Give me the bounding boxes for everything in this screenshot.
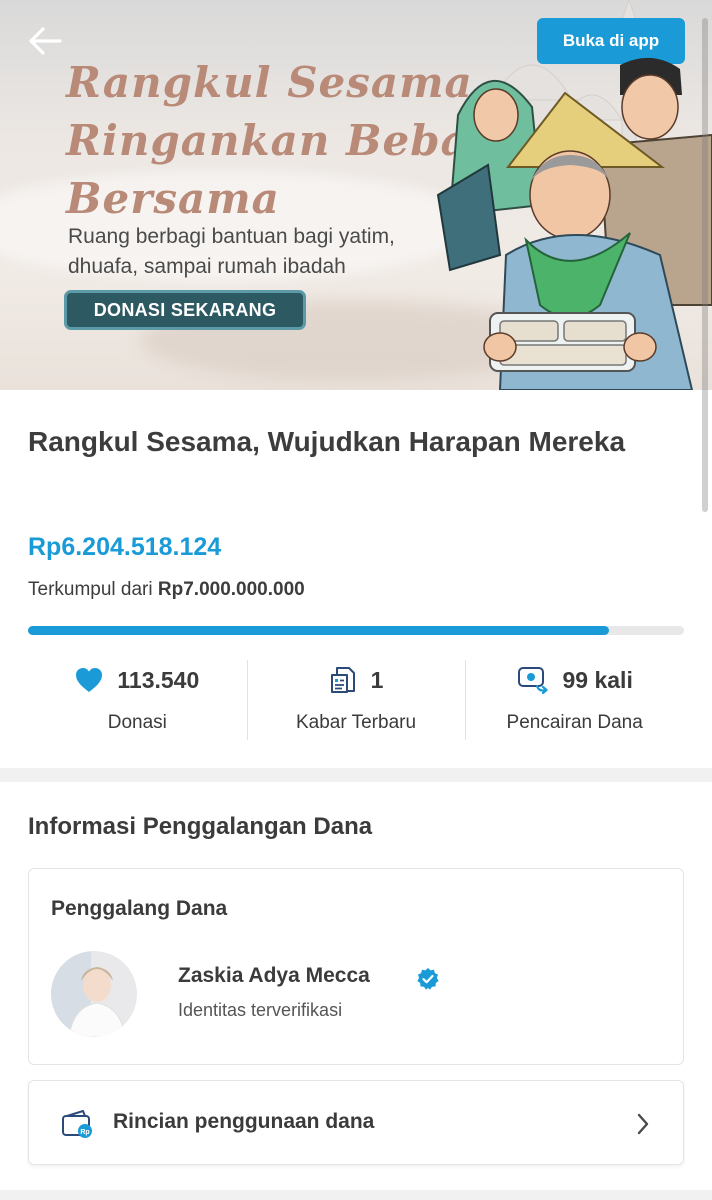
stat-value: 113.540 [117, 666, 200, 693]
verified-badge-icon [417, 968, 439, 990]
avatar-photo [51, 951, 137, 1037]
fundraiser-card: Penggalang Dana Zaskia Adya Mecca Identi… [28, 868, 684, 1065]
target-prefix: Terkumpul dari [28, 579, 153, 600]
banner-subtitle: Ruang berbagi bantuan bagi yatim, dhuafa… [68, 222, 395, 282]
people-illustration [436, 57, 712, 390]
stat-label: Pencairan Dana [506, 712, 643, 733]
svg-text:Rp: Rp [80, 1129, 89, 1136]
fundraiser-card-title: Penggalang Dana [51, 897, 228, 920]
fund-usage-label: Rincian penggunaan dana [113, 1110, 375, 1133]
section-divider [0, 768, 712, 782]
stat-disbursements[interactable]: 99 kali Pencairan Dana [465, 660, 684, 742]
disbursement-icon [517, 667, 548, 694]
back-arrow-icon[interactable] [28, 26, 62, 56]
donate-now-banner-button[interactable]: DONASI SEKARANG [64, 290, 306, 330]
stat-label: Donasi [107, 712, 167, 733]
fundraising-info-heading: Informasi Penggalangan Dana [28, 813, 373, 840]
news-icon [330, 667, 355, 693]
fundraiser-avatar[interactable] [51, 951, 137, 1037]
target-amount: Terkumpul dari Rp7.000.000.000 [28, 579, 305, 601]
wallet-icon: Rp [62, 1110, 92, 1138]
section-divider [0, 1190, 712, 1200]
page-scrollbar[interactable] [702, 18, 708, 512]
chevron-right-icon [637, 1113, 649, 1135]
fundraiser-name[interactable]: Zaskia Adya Mecca [178, 964, 370, 988]
banner-subtitle-line: dhuafa, sampai rumah ibadah [68, 255, 346, 278]
stat-donations[interactable]: 113.540 Donasi [28, 660, 247, 742]
amount-raised: Rp6.204.518.124 [28, 533, 222, 561]
campaign-banner: Buka di app Rangkul Sesama Ringankan Beb… [0, 0, 712, 390]
stat-news-updates[interactable]: 1 Kabar Terbaru [246, 660, 466, 742]
campaign-title: Rangkul Sesama, Wujudkan Harapan Mereka [28, 426, 626, 457]
funding-progress-bar [28, 626, 684, 635]
heart-icon [76, 668, 103, 692]
campaign-stats: 113.540 Donasi 1 Kabar Terbaru 99 kali P… [28, 660, 684, 742]
banner-subtitle-line: Ruang berbagi bantuan bagi yatim, [68, 225, 395, 248]
stat-label: Kabar Terbaru [295, 712, 417, 733]
funding-progress-fill [28, 626, 610, 635]
stat-value: 1 [370, 666, 384, 693]
verification-status: Identitas terverifikasi [178, 1000, 343, 1020]
stat-value: 99 kali [562, 666, 633, 693]
fund-usage-details-row[interactable]: Rp Rincian penggunaan dana [28, 1080, 684, 1165]
target-value: Rp7.000.000.000 [157, 579, 305, 600]
